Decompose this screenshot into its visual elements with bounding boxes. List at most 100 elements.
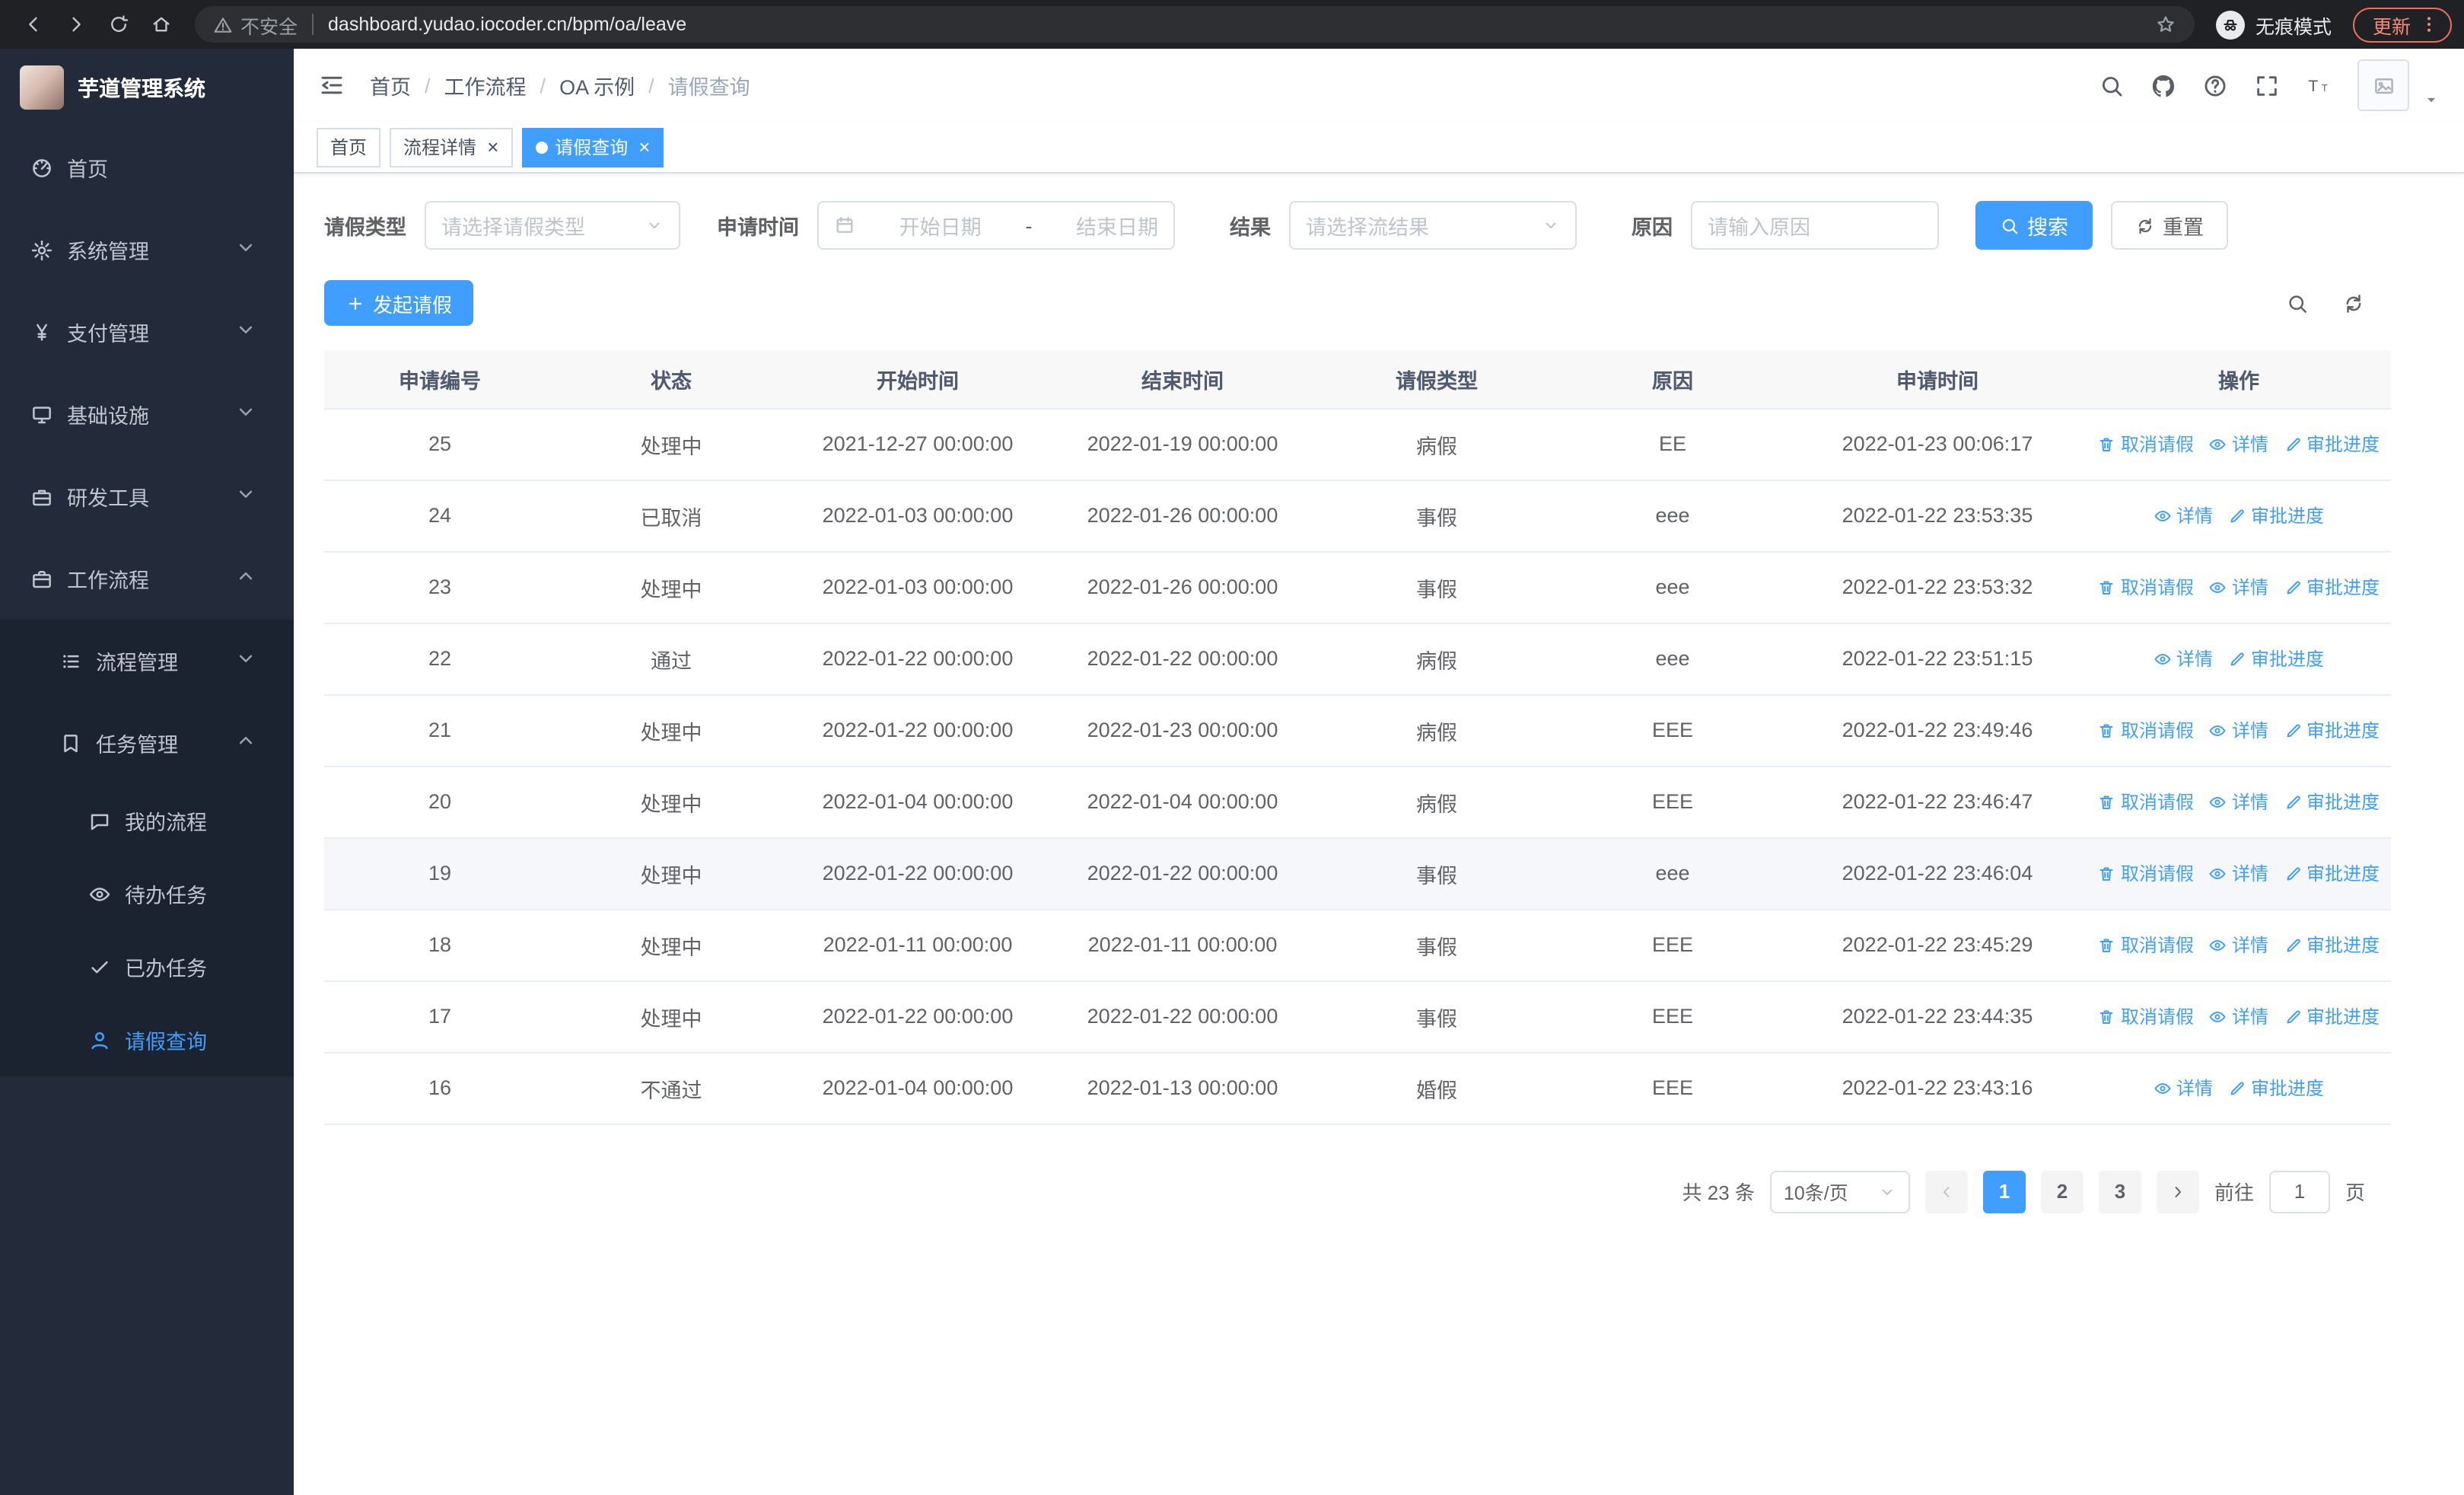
cancel-action-link[interactable]: 取消请假 xyxy=(2098,717,2194,743)
forward-button[interactable] xyxy=(59,8,93,41)
cancel-action-link[interactable]: 取消请假 xyxy=(2098,789,2194,814)
tab-leave-query[interactable]: 请假查询 × xyxy=(521,127,664,167)
progress-action-link[interactable]: 审批进度 xyxy=(2228,502,2324,528)
detail-action-link[interactable]: 详情 xyxy=(2154,1075,2213,1101)
cell-id: 17 xyxy=(324,980,556,1053)
leave-type-select[interactable]: 请选择请假类型 xyxy=(425,201,680,250)
detail-action-link[interactable]: 详情 xyxy=(2209,789,2268,814)
detail-action-link[interactable]: 详情 xyxy=(2209,860,2268,886)
detail-action-link[interactable]: 详情 xyxy=(2209,932,2268,958)
breadcrumb-item[interactable]: OA 示例 xyxy=(559,70,635,100)
chevron-down-icon xyxy=(234,647,257,670)
search-button[interactable]: 搜索 xyxy=(1975,201,2093,250)
bookmark-star-icon[interactable] xyxy=(2155,14,2176,35)
search-icon[interactable] xyxy=(2099,72,2125,98)
cancel-action-link[interactable]: 取消请假 xyxy=(2098,860,2194,886)
cell-status: 不通过 xyxy=(556,1052,787,1124)
table-search-icon[interactable] xyxy=(2286,292,2309,314)
chevron-down-icon xyxy=(234,400,257,423)
sidebar-item-label: 系统管理 xyxy=(67,241,149,263)
detail-action-link[interactable]: 详情 xyxy=(2209,574,2268,600)
sidebar-item-leave-query[interactable]: 请假查询 xyxy=(0,1003,294,1076)
progress-action-link[interactable]: 审批进度 xyxy=(2284,431,2380,457)
page-3-button[interactable]: 3 xyxy=(2098,1170,2141,1213)
tab-process-detail[interactable]: 流程详情 × xyxy=(390,127,513,167)
detail-action-link[interactable]: 详情 xyxy=(2209,1003,2268,1029)
edit-icon xyxy=(2284,864,2302,882)
close-icon[interactable]: × xyxy=(487,137,498,157)
sidebar-item-system[interactable]: 系统管理 xyxy=(0,209,294,291)
progress-action-link[interactable]: 审批进度 xyxy=(2228,1075,2324,1101)
cancel-action-link[interactable]: 取消请假 xyxy=(2098,932,2194,958)
cancel-action-link[interactable]: 取消请假 xyxy=(2098,431,2194,457)
cell-status: 处理中 xyxy=(556,694,787,767)
table-row: 17 处理中 2022-01-22 00:00:00 2022-01-22 00:00… xyxy=(324,980,2391,1053)
result-select[interactable]: 请选择流结果 xyxy=(1289,201,1577,250)
cell-type: 病假 xyxy=(1316,694,1557,767)
cell-apply_time: 2022-01-22 23:46:04 xyxy=(1788,837,2087,910)
goto-page-input[interactable]: 1 xyxy=(2268,1170,2330,1213)
cancel-action-link[interactable]: 取消请假 xyxy=(2098,574,2194,600)
sidebar-item-payment[interactable]: 支付管理 xyxy=(0,291,294,373)
sidebar-item-done-tasks[interactable]: 已办任务 xyxy=(0,930,294,1003)
page-2-button[interactable]: 2 xyxy=(2040,1170,2084,1213)
sidebar-item-process-management[interactable]: 流程管理 xyxy=(0,620,294,702)
table-row: 23 处理中 2022-01-03 00:00:00 2022-01-26 00:00… xyxy=(324,551,2391,623)
progress-action-link[interactable]: 审批进度 xyxy=(2284,574,2380,600)
next-page-button[interactable] xyxy=(2156,1170,2199,1213)
apply-time-range-picker[interactable]: 开始日期 - 结束日期 xyxy=(817,201,1175,250)
cancel-action-link[interactable]: 取消请假 xyxy=(2098,1003,2194,1029)
progress-action-link[interactable]: 审批进度 xyxy=(2284,717,2380,743)
page-1-button[interactable]: 1 xyxy=(1982,1170,2026,1213)
create-leave-button[interactable]: 发起请假 xyxy=(324,280,474,326)
detail-action-link[interactable]: 详情 xyxy=(2154,502,2213,528)
breadcrumb-item[interactable]: 首页 xyxy=(370,70,411,100)
address-bar[interactable]: 不安全 dashboard.yudao.iocoder.cn/bpm/oa/le… xyxy=(195,6,2195,43)
sidebar-item-todo-tasks[interactable]: 待办任务 xyxy=(0,857,294,930)
breadcrumb-item[interactable]: 工作流程 xyxy=(444,70,527,100)
cell-status: 处理中 xyxy=(556,837,787,910)
detail-action-link[interactable]: 详情 xyxy=(2209,717,2268,743)
sidebar-item-infrastructure[interactable]: 基础设施 xyxy=(0,373,294,455)
browser-menu-icon[interactable] xyxy=(2418,14,2440,35)
chevron-right-icon xyxy=(2169,1182,2187,1200)
sidebar-item-home[interactable]: 首页 xyxy=(0,126,294,209)
font-size-icon[interactable]: TT xyxy=(2306,72,2332,98)
cell-status: 处理中 xyxy=(556,408,787,480)
detail-action-link[interactable]: 详情 xyxy=(2154,645,2213,671)
url-text: dashboard.yudao.iocoder.cn/bpm/oa/leave xyxy=(328,14,687,35)
avatar[interactable] xyxy=(2357,59,2409,111)
sidebar-item-my-process[interactable]: 我的流程 xyxy=(0,784,294,857)
detail-action-link[interactable]: 详情 xyxy=(2209,431,2268,457)
leave-table: 申请编号 状态 开始时间 结束时间 请假类型 原因 申请时间 操作 25 处理中 2021-12-… xyxy=(324,350,2391,1124)
menu-fold-icon[interactable] xyxy=(318,72,345,99)
sidebar-item-workflow[interactable]: 工作流程 xyxy=(0,537,294,620)
progress-action-link[interactable]: 审批进度 xyxy=(2284,1003,2380,1029)
table-refresh-icon[interactable] xyxy=(2342,292,2365,314)
page-size-select[interactable]: 10条/页 xyxy=(1769,1170,1910,1213)
progress-action-link[interactable]: 审批进度 xyxy=(2284,932,2380,958)
reason-input[interactable]: 请输入原因 xyxy=(1691,201,1939,250)
cell-reason: EEE xyxy=(1557,909,1788,981)
cell-type: 病假 xyxy=(1316,766,1557,838)
eye-icon xyxy=(2209,1007,2227,1025)
update-button[interactable]: 更新 xyxy=(2352,7,2452,42)
github-icon[interactable] xyxy=(2150,72,2176,98)
fullscreen-icon[interactable] xyxy=(2254,72,2280,98)
close-icon[interactable]: × xyxy=(638,137,650,157)
reset-button[interactable]: 重置 xyxy=(2111,201,2228,250)
tab-label: 请假查询 xyxy=(555,137,629,158)
prev-page-button[interactable] xyxy=(1924,1170,1968,1213)
cell-reason: EEE xyxy=(1557,694,1788,767)
progress-action-link[interactable]: 审批进度 xyxy=(2284,860,2380,886)
sidebar-item-task-management[interactable]: 任务管理 xyxy=(0,702,294,784)
reload-button[interactable] xyxy=(102,8,135,41)
trash-icon xyxy=(2098,578,2116,596)
progress-action-link[interactable]: 审批进度 xyxy=(2228,645,2324,671)
progress-action-link[interactable]: 审批进度 xyxy=(2284,789,2380,814)
home-button[interactable] xyxy=(145,8,178,41)
tab-home[interactable]: 首页 xyxy=(317,127,381,167)
help-icon[interactable] xyxy=(2202,72,2228,98)
sidebar-item-devtools[interactable]: 研发工具 xyxy=(0,455,294,537)
back-button[interactable] xyxy=(17,8,50,41)
